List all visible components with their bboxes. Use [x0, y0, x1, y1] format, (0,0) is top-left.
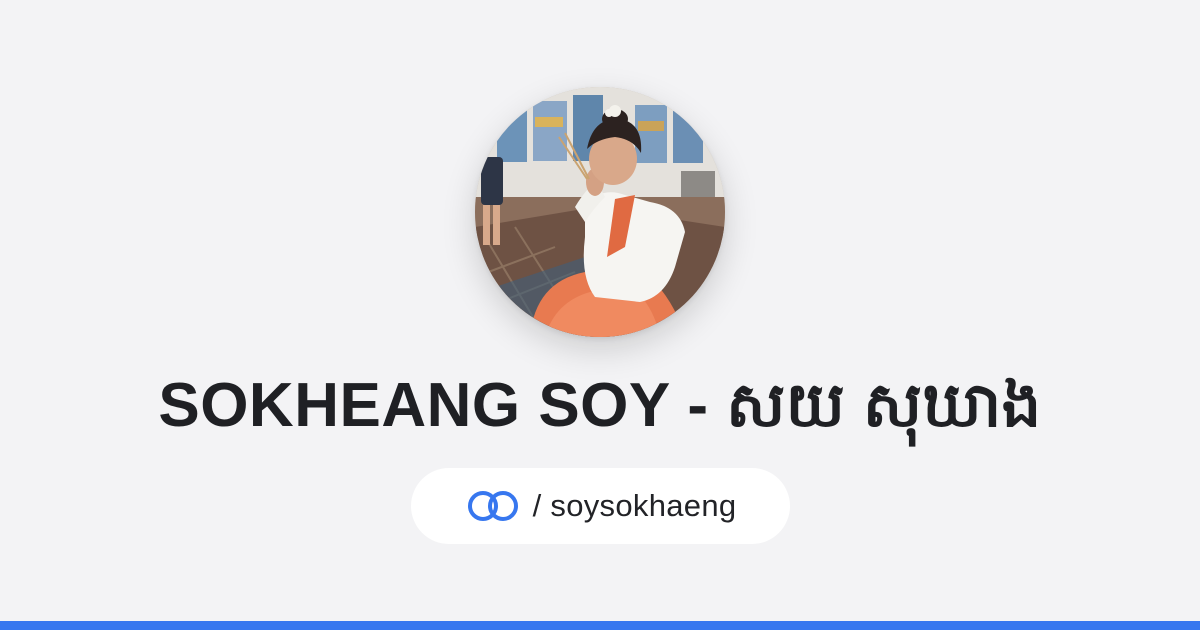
- brand-accent-bar: [0, 621, 1200, 630]
- profile-handle: / soysokhaeng: [532, 488, 737, 523]
- profile-name: SOKHEANG SOY - សយ សុឃាង: [158, 371, 1042, 440]
- profile-link-pill[interactable]: / soysokhaeng: [411, 468, 790, 544]
- interlocking-rings-icon: [465, 489, 521, 523]
- avatar: [475, 87, 725, 337]
- profile-photo: [475, 87, 725, 337]
